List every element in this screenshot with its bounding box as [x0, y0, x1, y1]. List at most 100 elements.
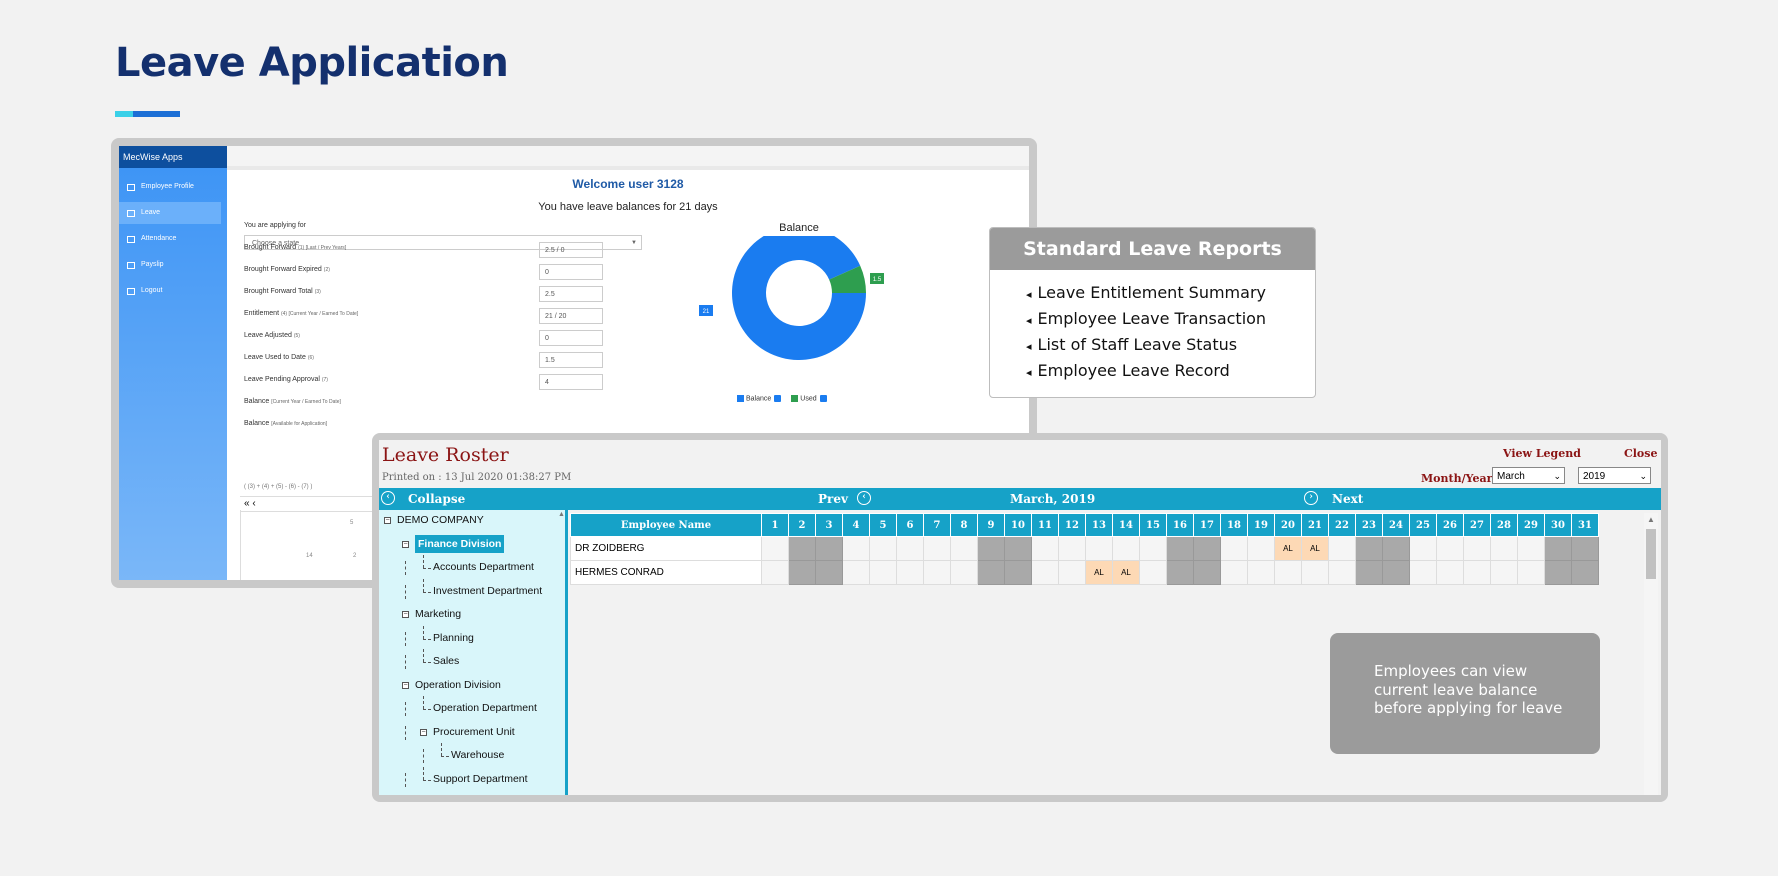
- tree-node[interactable]: Planning: [433, 632, 474, 644]
- view-legend-link[interactable]: View Legend: [1503, 447, 1581, 460]
- tree-node[interactable]: Procurement Unit: [433, 726, 515, 738]
- weekend-cell[interactable]: [788, 560, 816, 585]
- tree-node[interactable]: Operation Division: [415, 679, 501, 691]
- tree-node[interactable]: Warehouse: [451, 749, 504, 761]
- weekend-cell[interactable]: [1355, 560, 1383, 585]
- day-cell[interactable]: [950, 560, 978, 585]
- employee-name-cell[interactable]: HERMES CONRAD: [570, 560, 762, 585]
- weekend-cell[interactable]: [1544, 560, 1572, 585]
- next-button[interactable]: Next: [1332, 488, 1363, 510]
- tree-node[interactable]: Sales: [433, 655, 459, 667]
- field-value-input[interactable]: 1.5: [539, 352, 603, 368]
- weekend-cell[interactable]: [1193, 536, 1221, 561]
- prev-arrow-icon[interactable]: ‹: [857, 491, 871, 505]
- collapse-button[interactable]: Collapse: [408, 488, 465, 510]
- field-value-input[interactable]: 0: [539, 264, 603, 280]
- weekend-cell[interactable]: [1166, 560, 1194, 585]
- close-link[interactable]: Close: [1624, 447, 1657, 460]
- field-value-input[interactable]: 21 / 20: [539, 308, 603, 324]
- month-select[interactable]: March ⌄: [1492, 467, 1565, 484]
- day-cell[interactable]: [1220, 536, 1248, 561]
- weekend-cell[interactable]: [1571, 536, 1599, 561]
- weekend-cell[interactable]: [1193, 560, 1221, 585]
- tree-node[interactable]: Finance Division: [415, 534, 505, 553]
- day-cell[interactable]: [1058, 560, 1086, 585]
- tree-scrollbar[interactable]: ▲: [557, 510, 565, 795]
- day-cell[interactable]: [761, 560, 789, 585]
- donut-slice-balance[interactable]: [732, 236, 866, 360]
- day-cell[interactable]: [923, 536, 951, 561]
- weekend-cell[interactable]: [815, 560, 843, 585]
- day-cell[interactable]: [1517, 560, 1545, 585]
- tree-node[interactable]: Marketing: [415, 608, 461, 620]
- tree-node[interactable]: Investment Department: [433, 585, 542, 597]
- collapse-icon[interactable]: ‹: [381, 491, 395, 505]
- day-cell[interactable]: [1274, 560, 1302, 585]
- day-cell[interactable]: [1247, 560, 1275, 585]
- day-cell[interactable]: [1490, 536, 1518, 561]
- day-cell[interactable]: [869, 560, 897, 585]
- day-cell[interactable]: [1436, 536, 1464, 561]
- weekend-cell[interactable]: [1004, 536, 1032, 561]
- day-cell[interactable]: [1328, 560, 1356, 585]
- field-value-input[interactable]: 4: [539, 374, 603, 390]
- day-cell[interactable]: [842, 536, 870, 561]
- day-cell[interactable]: [1409, 560, 1437, 585]
- day-cell[interactable]: [1436, 560, 1464, 585]
- day-cell[interactable]: [1463, 560, 1491, 585]
- tree-node[interactable]: Support Department: [433, 773, 528, 785]
- day-cell[interactable]: [1517, 536, 1545, 561]
- next-arrow-icon[interactable]: ›: [1304, 491, 1318, 505]
- sidebar-item-attendance[interactable]: Attendance: [119, 228, 221, 250]
- day-cell[interactable]: [1139, 536, 1167, 561]
- leave-cell[interactable]: AL: [1301, 536, 1329, 561]
- sidebar-item-employee-profile[interactable]: Employee Profile: [119, 176, 221, 198]
- day-cell[interactable]: [896, 560, 924, 585]
- sidebar-item-payslip[interactable]: Payslip: [119, 254, 221, 276]
- weekend-cell[interactable]: [1004, 560, 1032, 585]
- day-cell[interactable]: [950, 536, 978, 561]
- weekend-cell[interactable]: [977, 560, 1005, 585]
- field-value-input[interactable]: 0: [539, 330, 603, 346]
- legend-item-balance[interactable]: Balance: [737, 395, 782, 402]
- day-cell[interactable]: [1112, 536, 1140, 561]
- year-select[interactable]: 2019 ⌄: [1578, 467, 1651, 484]
- collapse-node-icon[interactable]: −: [402, 540, 409, 548]
- sidebar-item-logout[interactable]: Logout: [119, 280, 221, 302]
- day-cell[interactable]: [1139, 560, 1167, 585]
- employee-name-cell[interactable]: DR ZOIDBERG: [570, 536, 762, 561]
- day-cell[interactable]: [1031, 536, 1059, 561]
- weekend-cell[interactable]: [1355, 536, 1383, 561]
- weekend-cell[interactable]: [977, 536, 1005, 561]
- legend-item-used[interactable]: Used: [791, 395, 827, 402]
- weekend-cell[interactable]: [1166, 536, 1194, 561]
- tree-node[interactable]: Operation Department: [433, 702, 537, 714]
- weekend-cell[interactable]: [788, 536, 816, 561]
- day-cell[interactable]: [1247, 536, 1275, 561]
- day-cell[interactable]: [1490, 560, 1518, 585]
- day-cell[interactable]: [1031, 560, 1059, 585]
- field-value-input[interactable]: 2.5 / 0: [539, 242, 603, 258]
- day-cell[interactable]: [896, 536, 924, 561]
- prev-button[interactable]: Prev: [818, 488, 848, 510]
- weekend-cell[interactable]: [1382, 560, 1410, 585]
- weekend-cell[interactable]: [1571, 560, 1599, 585]
- collapse-node-icon[interactable]: −: [402, 611, 409, 618]
- day-cell[interactable]: [1328, 536, 1356, 561]
- tree-node[interactable]: Accounts Department: [433, 561, 534, 573]
- field-value-input[interactable]: 2.5: [539, 286, 603, 302]
- weekend-cell[interactable]: [1544, 536, 1572, 561]
- leave-cell[interactable]: AL: [1274, 536, 1302, 561]
- weekend-cell[interactable]: [815, 536, 843, 561]
- collapse-node-icon[interactable]: −: [420, 728, 427, 736]
- day-cell[interactable]: [842, 560, 870, 585]
- tree-node[interactable]: DEMO COMPANY: [397, 514, 484, 526]
- weekend-cell[interactable]: [1382, 536, 1410, 561]
- day-cell[interactable]: [1409, 536, 1437, 561]
- leave-cell[interactable]: AL: [1112, 560, 1140, 585]
- day-cell[interactable]: [1463, 536, 1491, 561]
- day-cell[interactable]: [869, 536, 897, 561]
- day-cell[interactable]: [1085, 536, 1113, 561]
- roster-scrollbar[interactable]: ▲: [1644, 513, 1658, 795]
- collapse-node-icon[interactable]: −: [402, 681, 409, 689]
